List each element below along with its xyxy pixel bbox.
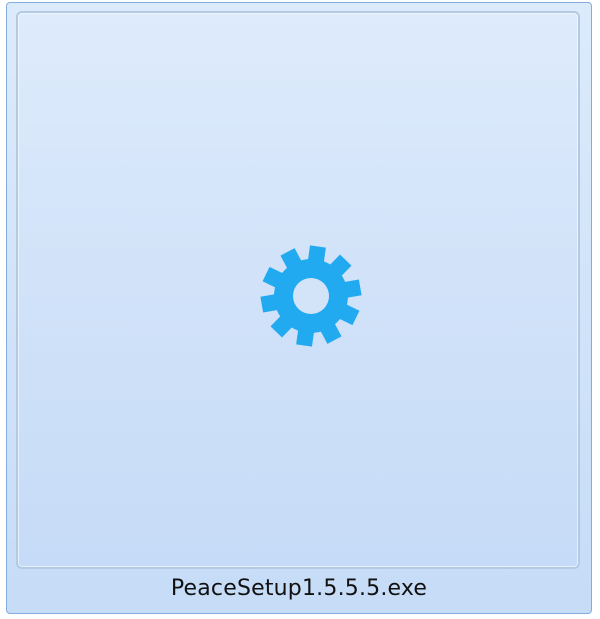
file-name-label[interactable]: PeaceSetup1.5.5.5.exe [7,574,591,604]
gear-icon [260,245,362,347]
file-item-tile[interactable]: PeaceSetup1.5.5.5.exe [6,2,592,614]
thumbnail-frame [16,11,580,569]
